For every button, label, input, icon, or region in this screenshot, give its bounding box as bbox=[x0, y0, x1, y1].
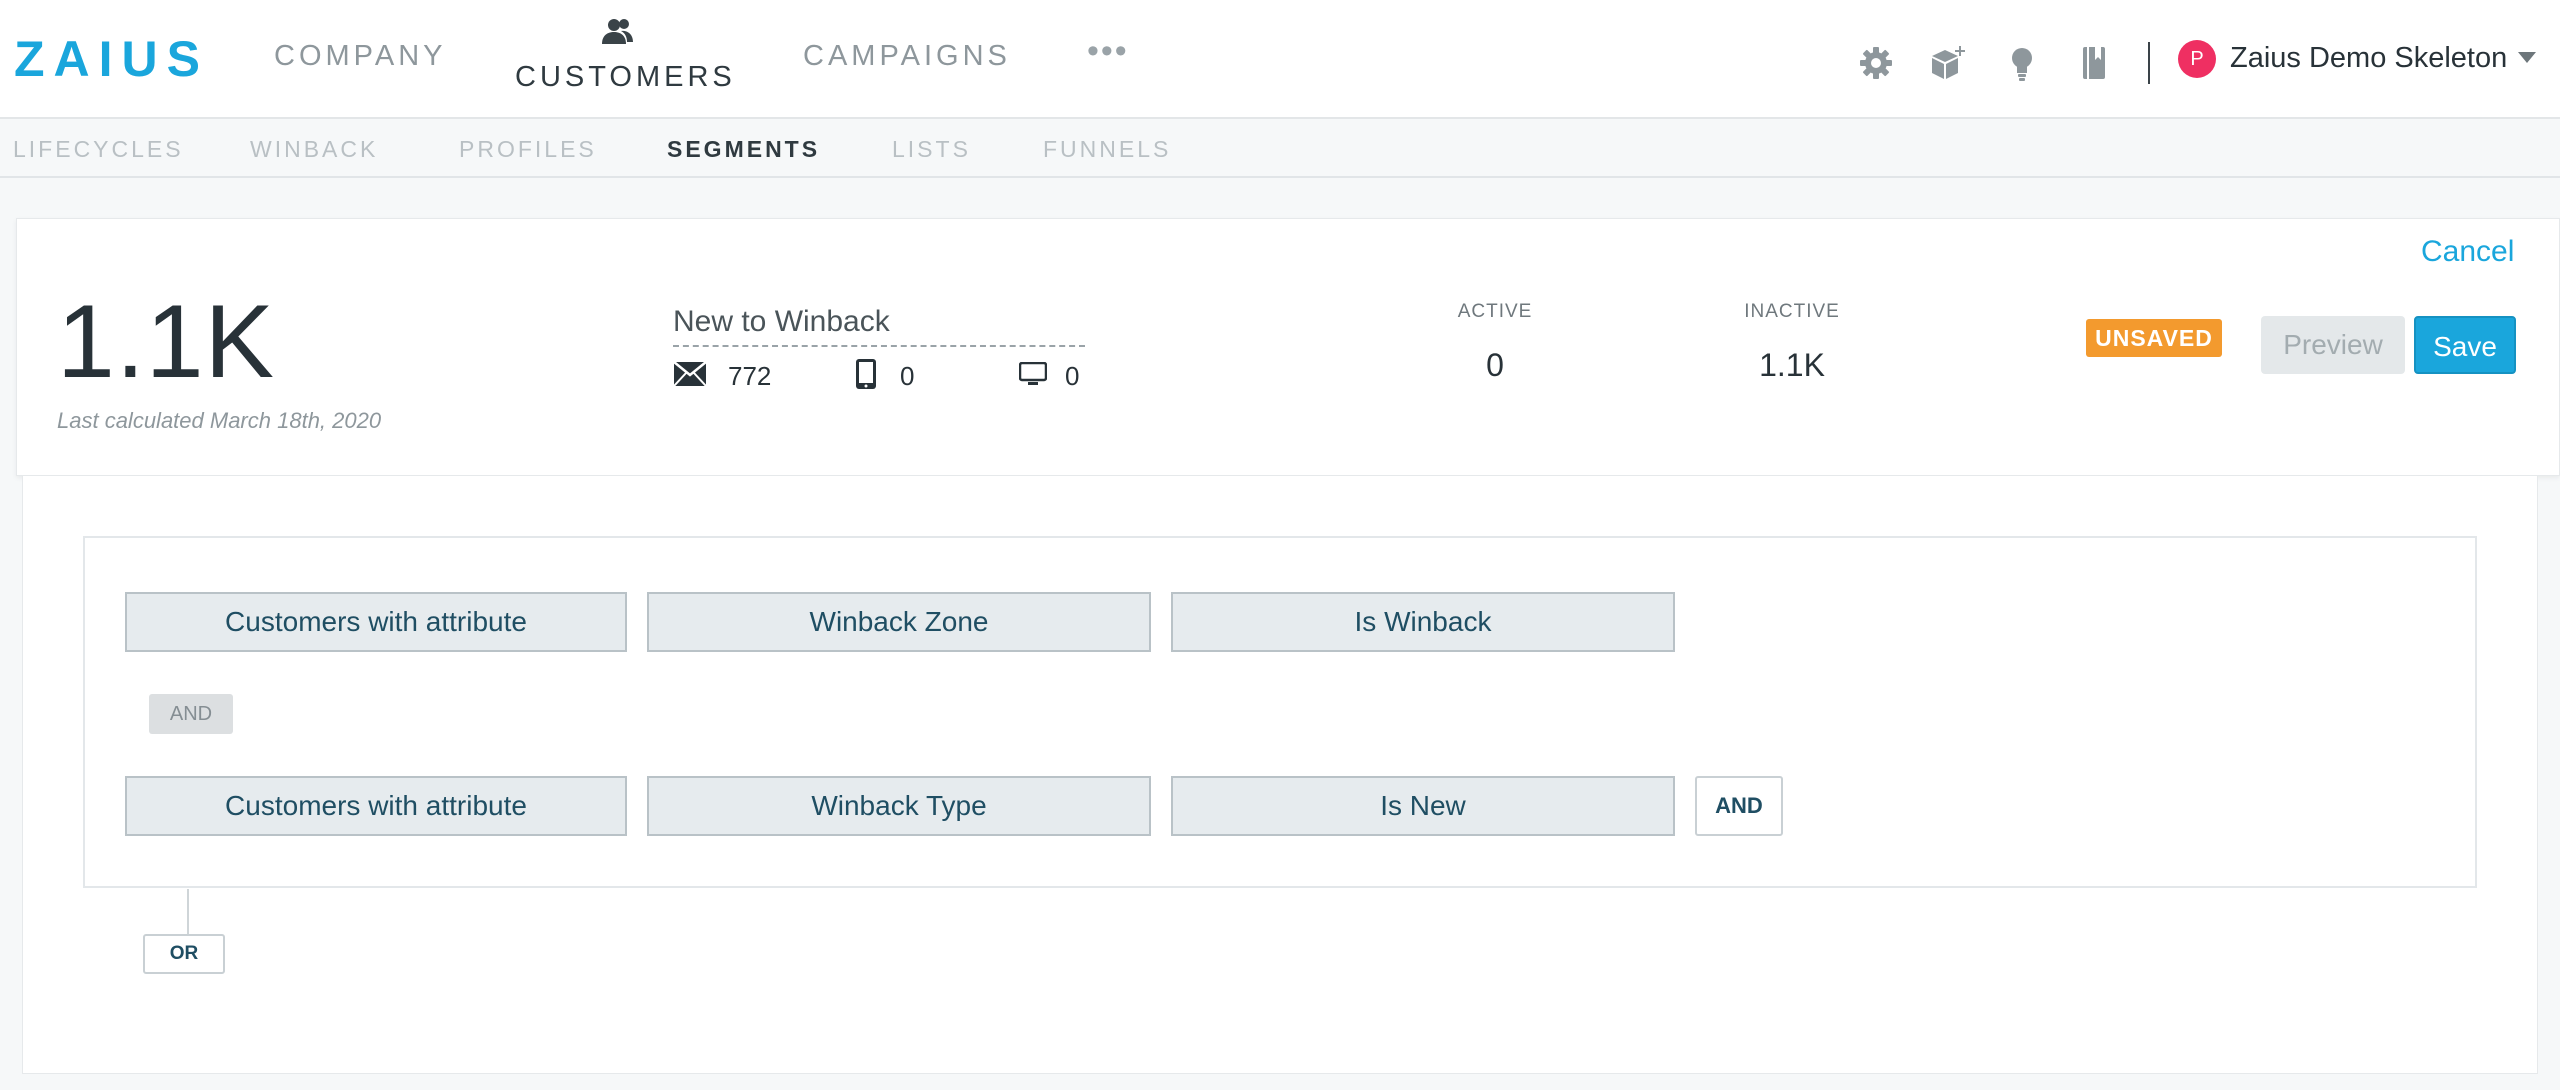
add-or-group-button[interactable]: OR bbox=[143, 934, 225, 974]
or-connector-line bbox=[187, 889, 189, 935]
nav-campaigns[interactable]: CAMPAIGNS bbox=[803, 40, 1011, 73]
inactive-count: 1.1K bbox=[1759, 347, 1825, 383]
condition-value-selector[interactable]: Is New bbox=[1171, 776, 1675, 836]
top-navigation-bar: ZAIUS COMPANY CUSTOMERS CAMPAIGNS ••• P … bbox=[0, 0, 2560, 119]
book-icon[interactable] bbox=[2075, 44, 2113, 82]
preview-button[interactable]: Preview bbox=[2261, 316, 2405, 374]
tab-winback[interactable]: WINBACK bbox=[250, 136, 378, 163]
inactive-label: INACTIVE bbox=[1744, 301, 1840, 322]
web-reach-count: 0 bbox=[1065, 361, 1080, 391]
condition-subject-selector[interactable]: Customers with attribute bbox=[125, 776, 627, 836]
toolbar-divider bbox=[2148, 42, 2150, 84]
segment-size-count: 1.1K bbox=[57, 284, 275, 400]
condition-subject-selector[interactable]: Customers with attribute bbox=[125, 592, 627, 652]
segment-summary-card: 1.1K Last calculated March 18th, 2020 Ne… bbox=[16, 218, 2560, 476]
account-name[interactable]: Zaius Demo Skeleton bbox=[2230, 42, 2507, 75]
active-count: 0 bbox=[1486, 347, 1504, 383]
tab-profiles[interactable]: PROFILES bbox=[459, 136, 597, 163]
email-icon bbox=[673, 361, 707, 387]
condition-group: Customers with attribute Winback Zone Is… bbox=[83, 536, 2477, 888]
gear-icon[interactable] bbox=[1857, 44, 1895, 82]
tab-lists[interactable]: LISTS bbox=[892, 136, 971, 163]
tab-segments[interactable]: SEGMENTS bbox=[667, 136, 820, 163]
segment-builder: Customers with attribute Winback Zone Is… bbox=[22, 476, 2538, 1074]
more-menu-button[interactable]: ••• bbox=[1087, 32, 1129, 71]
cancel-link[interactable]: Cancel bbox=[2421, 235, 2514, 269]
lightbulb-icon[interactable] bbox=[2003, 44, 2041, 82]
add-and-condition-button[interactable]: AND bbox=[1695, 776, 1783, 836]
tab-funnels[interactable]: FUNNELS bbox=[1043, 136, 1171, 163]
avatar[interactable]: P bbox=[2178, 40, 2216, 78]
mobile-icon bbox=[856, 359, 876, 389]
tab-lifecycles[interactable]: LIFECYCLES bbox=[13, 136, 184, 163]
desktop-icon bbox=[1019, 362, 1047, 385]
sub-navigation: LIFECYCLES WINBACK PROFILES SEGMENTS LIS… bbox=[0, 120, 2560, 178]
condition-attribute-selector[interactable]: Winback Zone bbox=[647, 592, 1151, 652]
chevron-down-icon[interactable] bbox=[2518, 52, 2536, 63]
mobile-reach-count: 0 bbox=[900, 361, 915, 391]
save-button[interactable]: Save bbox=[2414, 316, 2516, 374]
nav-company[interactable]: COMPANY bbox=[274, 40, 446, 73]
nav-customers[interactable]: CUSTOMERS bbox=[515, 61, 736, 94]
status-badge: UNSAVED bbox=[2086, 319, 2222, 357]
last-calculated-text: Last calculated March 18th, 2020 bbox=[57, 408, 382, 433]
email-reach-count: 772 bbox=[728, 361, 772, 391]
active-label: ACTIVE bbox=[1457, 301, 1533, 322]
zaius-logo[interactable]: ZAIUS bbox=[14, 30, 209, 88]
apps-icon[interactable] bbox=[1928, 44, 1966, 82]
condition-attribute-selector[interactable]: Winback Type bbox=[647, 776, 1151, 836]
and-separator-label: AND bbox=[149, 694, 233, 734]
customers-icon bbox=[602, 19, 633, 44]
condition-value-selector[interactable]: Is Winback bbox=[1171, 592, 1675, 652]
segment-name-field[interactable]: New to Winback bbox=[673, 305, 1085, 347]
